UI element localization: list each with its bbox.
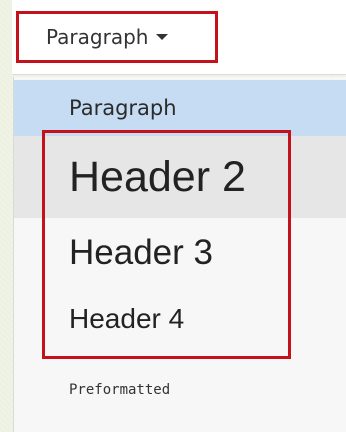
format-menu: Paragraph Header 2 Header 3 Header 4 Pre… xyxy=(13,77,346,432)
menu-item-paragraph[interactable]: Paragraph xyxy=(14,80,346,136)
caret-down-icon xyxy=(156,34,169,40)
block-format-dropdown[interactable]: Paragraph xyxy=(16,11,218,63)
menu-item-preformatted[interactable]: Preformatted xyxy=(14,370,346,410)
format-dropdown-label: Paragraph xyxy=(46,25,149,49)
menu-item-header-4[interactable]: Header 4 xyxy=(14,289,346,349)
toolbar-divider xyxy=(12,74,346,75)
menu-item-header-2[interactable]: Header 2 xyxy=(14,136,346,218)
menu-item-header-3[interactable]: Header 3 xyxy=(14,218,346,288)
